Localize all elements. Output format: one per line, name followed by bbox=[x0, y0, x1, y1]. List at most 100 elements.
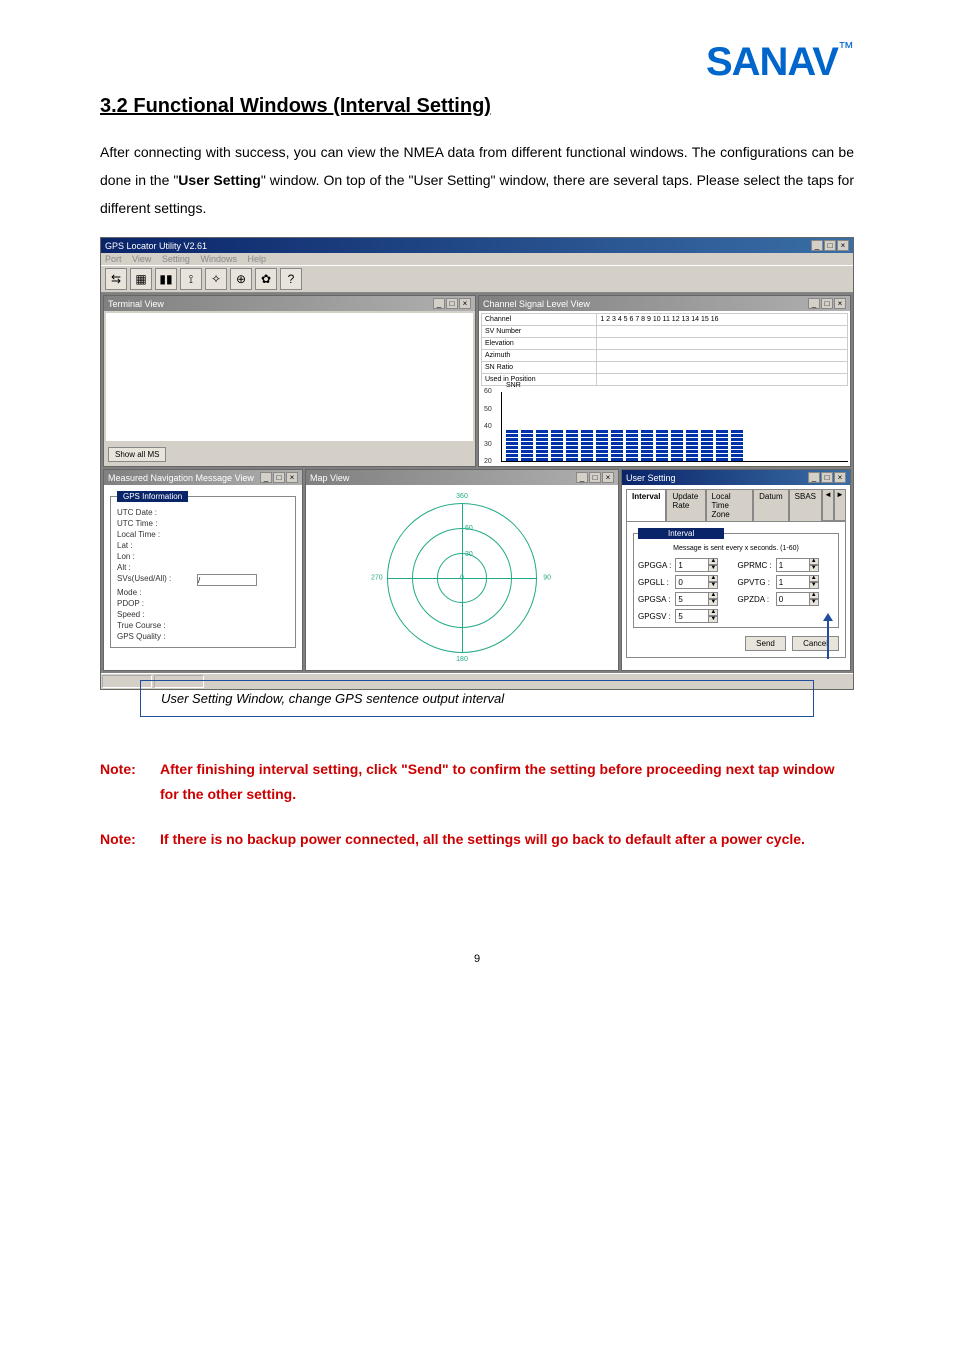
interval-input[interactable] bbox=[776, 575, 810, 589]
interval-input[interactable] bbox=[776, 558, 810, 572]
spin-down-icon[interactable]: ▼ bbox=[708, 616, 718, 623]
spin-down-icon[interactable]: ▼ bbox=[809, 599, 819, 606]
interval-input[interactable] bbox=[675, 609, 709, 623]
menu-windows[interactable]: Windows bbox=[200, 254, 237, 264]
snr-bar bbox=[641, 430, 653, 462]
menu-help[interactable]: Help bbox=[247, 254, 266, 264]
bars-icon[interactable]: ▮▮ bbox=[155, 268, 177, 290]
terminal-close[interactable]: × bbox=[459, 298, 471, 309]
grid-icon[interactable]: ▦ bbox=[130, 268, 152, 290]
deg-90: 90 bbox=[543, 574, 551, 581]
tab-interval[interactable]: Interval bbox=[626, 489, 666, 521]
map-title: Map View bbox=[310, 473, 349, 483]
map-min[interactable]: _ bbox=[576, 472, 588, 483]
user-tabs: Interval Update Rate Local Time Zone Dat… bbox=[626, 489, 846, 522]
close-button[interactable]: × bbox=[837, 240, 849, 251]
user-close[interactable]: × bbox=[834, 472, 846, 483]
spin-up-icon[interactable]: ▲ bbox=[708, 609, 718, 616]
minimize-button[interactable]: _ bbox=[811, 240, 823, 251]
measured-close[interactable]: × bbox=[286, 472, 298, 483]
interval-field-label: GPGSV : bbox=[638, 612, 671, 621]
snr-bar bbox=[521, 430, 533, 462]
user-min[interactable]: _ bbox=[808, 472, 820, 483]
show-all-ms-button[interactable]: Show all MS bbox=[108, 447, 166, 462]
intro-bold: User Setting bbox=[178, 172, 261, 188]
user-title: User Setting bbox=[626, 473, 676, 483]
cancel-button[interactable]: Cancel bbox=[792, 636, 839, 651]
menu-port[interactable]: Port bbox=[105, 254, 122, 264]
map-max[interactable]: □ bbox=[589, 472, 601, 483]
interval-field-label: GPZDA : bbox=[738, 595, 772, 604]
measured-row: Speed : bbox=[117, 610, 289, 619]
map-close[interactable]: × bbox=[602, 472, 614, 483]
tab-scroll-right-icon[interactable]: ► bbox=[834, 489, 846, 521]
signal-min[interactable]: _ bbox=[808, 298, 820, 309]
settings-icon[interactable]: ✿ bbox=[255, 268, 277, 290]
measured-label: UTC Date : bbox=[117, 508, 197, 517]
spin-up-icon[interactable]: ▲ bbox=[708, 575, 718, 582]
interval-legend: Interval bbox=[638, 528, 724, 539]
spin-up-icon[interactable]: ▲ bbox=[708, 592, 718, 599]
tab-update-rate[interactable]: Update Rate bbox=[666, 489, 705, 521]
maximize-button[interactable]: □ bbox=[824, 240, 836, 251]
tab-scroll-left-icon[interactable]: ◄ bbox=[822, 489, 834, 521]
deg-180: 180 bbox=[456, 656, 468, 663]
signal-max[interactable]: □ bbox=[821, 298, 833, 309]
tm-text: ™ bbox=[838, 40, 854, 57]
signal-header-row: Channel 1 2 3 4 5 6 7 8 9 10 11 12 13 14… bbox=[482, 314, 848, 326]
spin-down-icon[interactable]: ▼ bbox=[708, 582, 718, 589]
tab-datum[interactable]: Datum bbox=[753, 489, 789, 521]
brand-logo: SANAV™ bbox=[100, 40, 854, 85]
user-titlebar: User Setting _□× bbox=[622, 470, 850, 485]
measured-label: GPS Quality : bbox=[117, 632, 197, 641]
map-window: Map View _□× 360 90 180 bbox=[305, 469, 619, 671]
spin-up-icon[interactable]: ▲ bbox=[809, 558, 819, 565]
measured-titlebar: Measured Navigation Message View _□× bbox=[104, 470, 302, 485]
snr-ytick: 20 bbox=[484, 458, 492, 465]
measured-row: Lon : bbox=[117, 552, 289, 561]
menu-setting[interactable]: Setting bbox=[162, 254, 190, 264]
user-body: Interval Update Rate Local Time Zone Dat… bbox=[622, 485, 850, 670]
measured-label: SVs(Used/All) : bbox=[117, 574, 197, 586]
interval-field-label: GPGSA : bbox=[638, 595, 671, 604]
measured-row: GPS Quality : bbox=[117, 632, 289, 641]
measured-title: Measured Navigation Message View bbox=[108, 473, 254, 483]
spin-up-icon[interactable]: ▲ bbox=[809, 592, 819, 599]
signal-window: Channel Signal Level View _□× Channel 1 … bbox=[478, 295, 851, 467]
spin-down-icon[interactable]: ▼ bbox=[809, 565, 819, 572]
measured-max[interactable]: □ bbox=[273, 472, 285, 483]
nmea-icon[interactable]: ✧ bbox=[205, 268, 227, 290]
tab-sbas[interactable]: SBAS bbox=[789, 489, 822, 521]
satellite-icon[interactable]: ⟟ bbox=[180, 268, 202, 290]
interval-input[interactable] bbox=[675, 592, 709, 606]
interval-input[interactable] bbox=[776, 592, 810, 606]
terminal-max[interactable]: □ bbox=[446, 298, 458, 309]
tab-local-time-zone[interactable]: Local Time Zone bbox=[706, 489, 754, 521]
help-icon[interactable]: ? bbox=[280, 268, 302, 290]
gps-info-group: GPS Information UTC Date :UTC Time :Loca… bbox=[110, 491, 296, 648]
send-button[interactable]: Send bbox=[745, 636, 786, 651]
interval-input[interactable] bbox=[675, 558, 709, 572]
snr-bar bbox=[611, 430, 623, 462]
menubar: Port View Setting Windows Help bbox=[101, 253, 853, 265]
spin-down-icon[interactable]: ▼ bbox=[708, 599, 718, 606]
spin-down-icon[interactable]: ▼ bbox=[809, 582, 819, 589]
signal-close[interactable]: × bbox=[834, 298, 846, 309]
user-max[interactable]: □ bbox=[821, 472, 833, 483]
ring-30: 30 bbox=[465, 551, 473, 558]
menu-view[interactable]: View bbox=[132, 254, 151, 264]
measured-min[interactable]: _ bbox=[260, 472, 272, 483]
plug-icon[interactable]: ⇆ bbox=[105, 268, 127, 290]
snr-bar bbox=[551, 430, 563, 462]
snr-bar bbox=[596, 430, 608, 462]
spin-up-icon[interactable]: ▲ bbox=[708, 558, 718, 565]
svs-input[interactable] bbox=[197, 574, 257, 586]
terminal-titlebar: Terminal View _□× bbox=[104, 296, 475, 311]
spin-up-icon[interactable]: ▲ bbox=[809, 575, 819, 582]
measured-label: True Course : bbox=[117, 621, 197, 630]
terminal-min[interactable]: _ bbox=[433, 298, 445, 309]
interval-input[interactable] bbox=[675, 575, 709, 589]
globe-icon[interactable]: ⊕ bbox=[230, 268, 252, 290]
spin-down-icon[interactable]: ▼ bbox=[708, 565, 718, 572]
note-2: Note: If there is no backup power connec… bbox=[100, 827, 854, 852]
